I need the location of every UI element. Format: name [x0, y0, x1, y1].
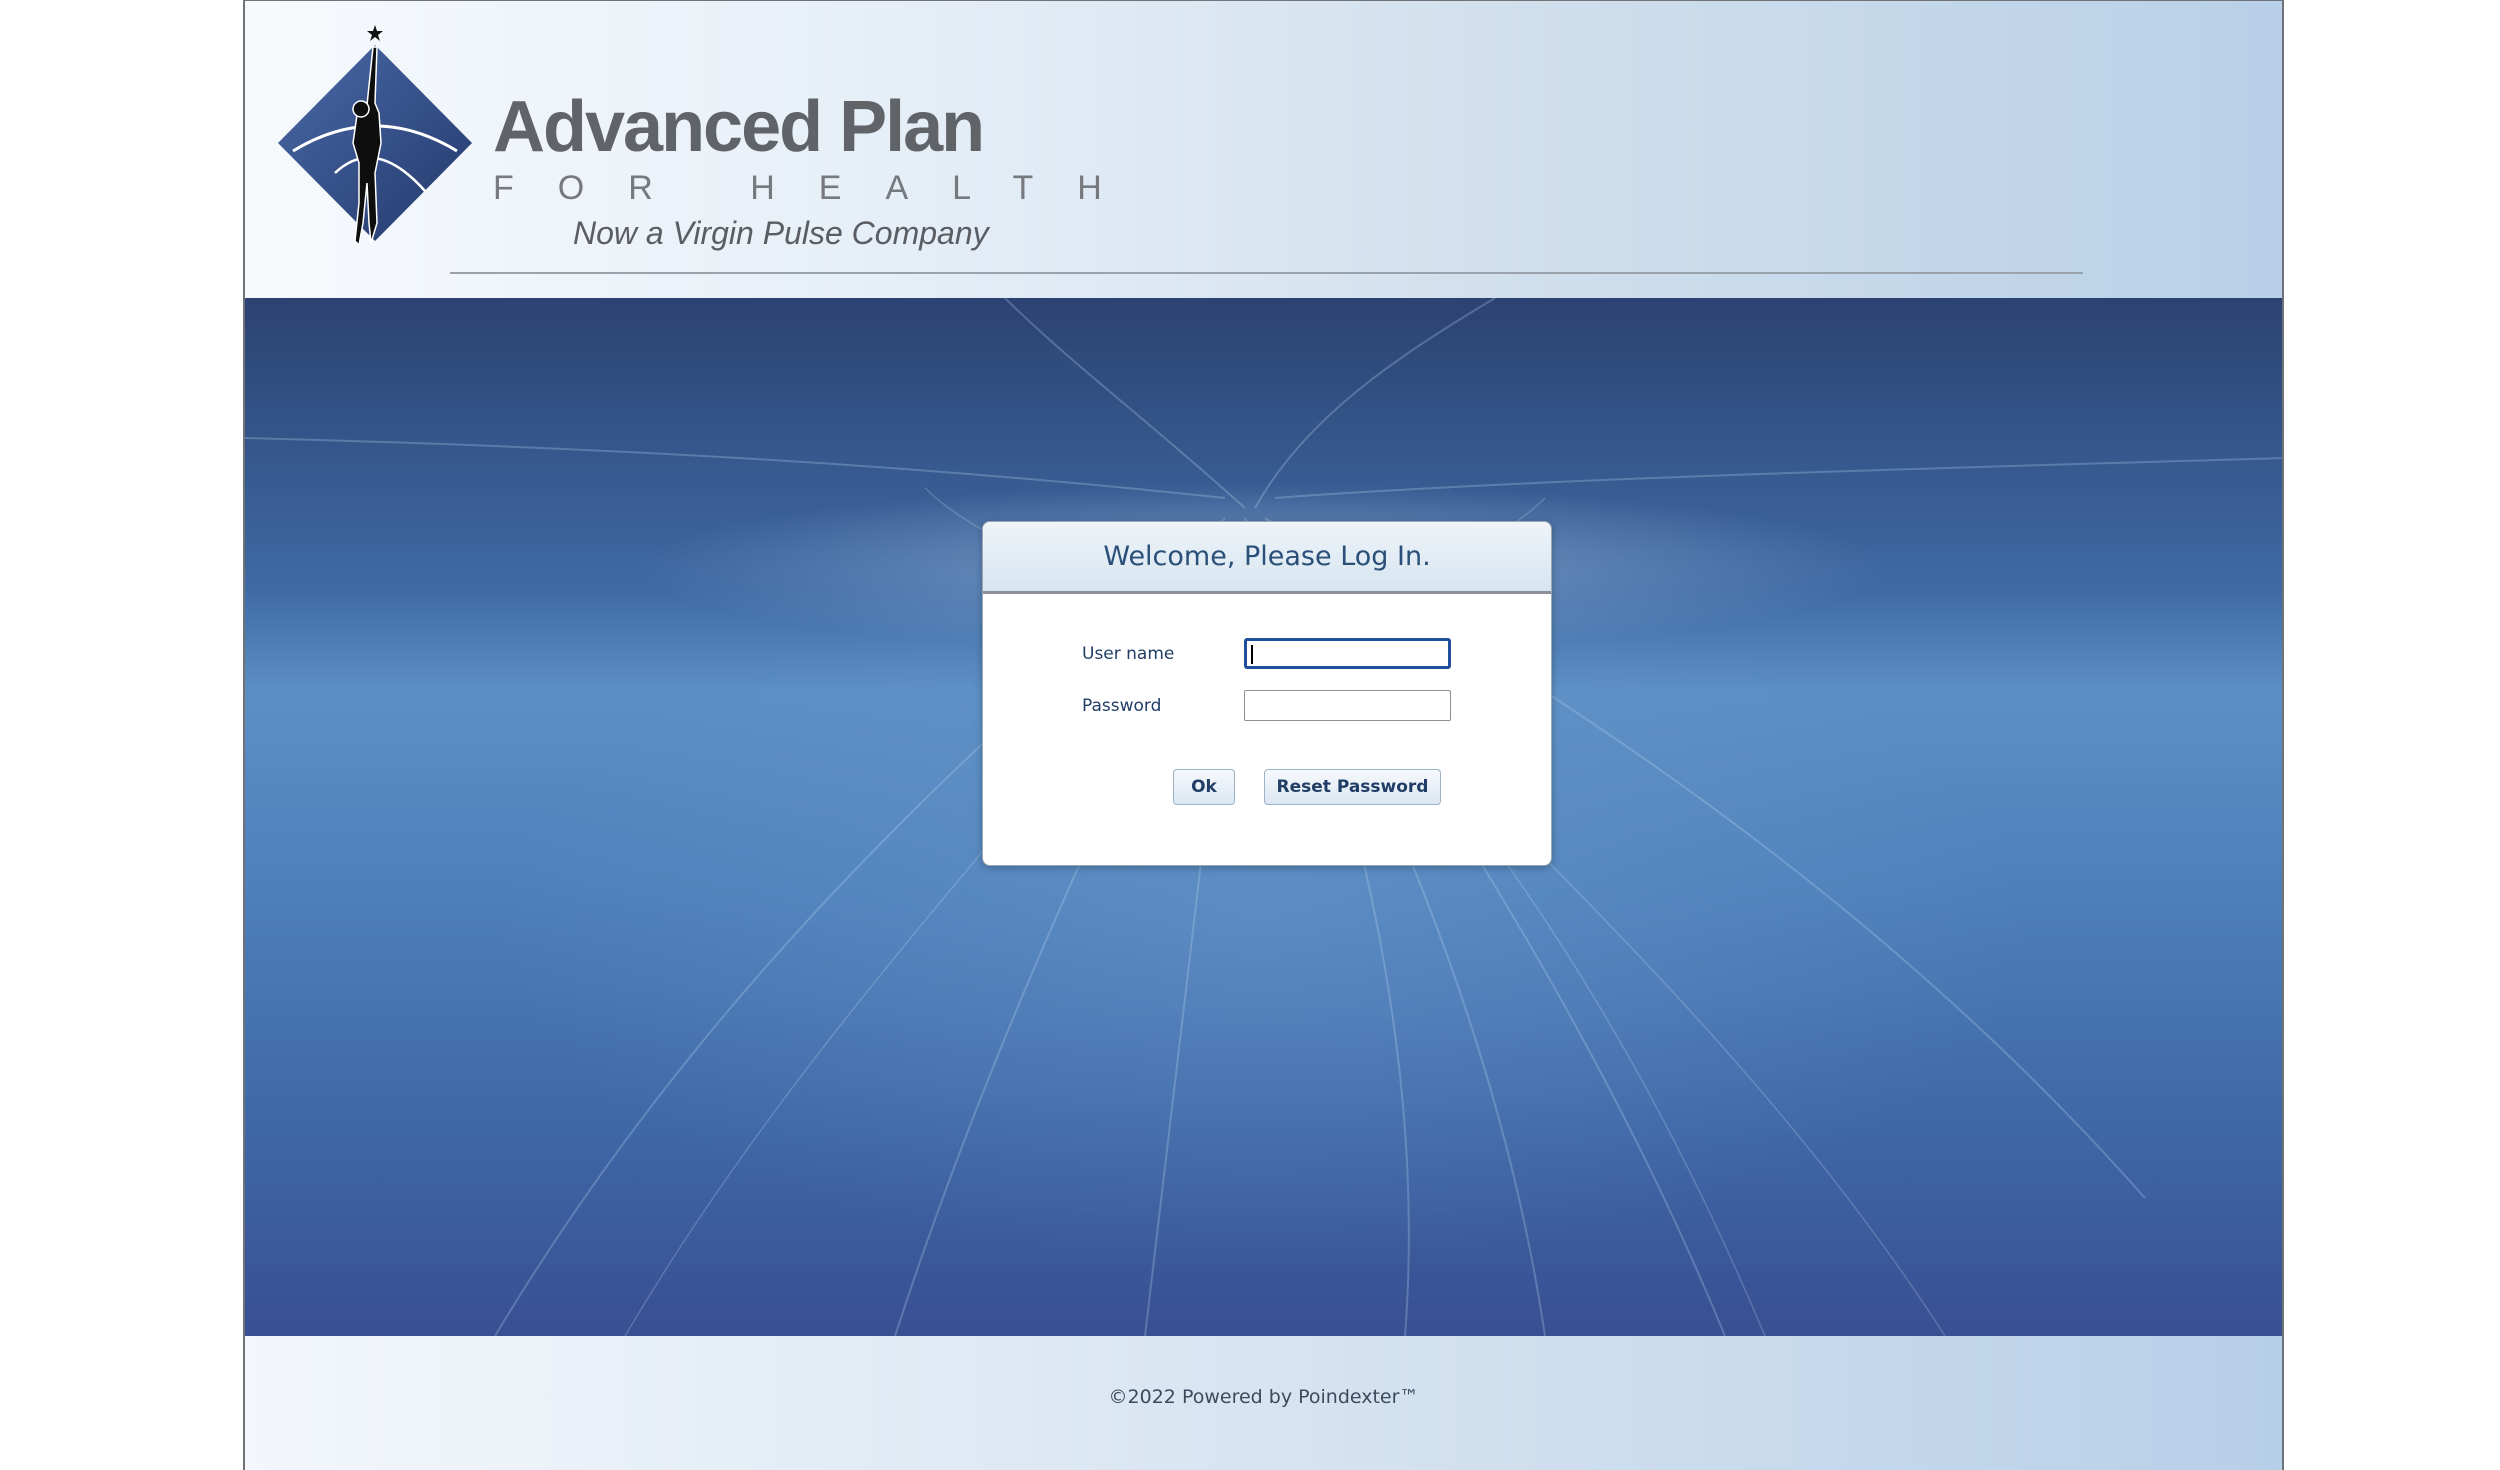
login-dialog: Welcome, Please Log In. User name Passwo…: [982, 521, 1552, 866]
password-label: Password: [1082, 696, 1162, 716]
header: Advanced Plan FOR HEALTH Now a Virgin Pu…: [245, 1, 2282, 298]
footer: ©2022 Powered by Poindexter™: [245, 1336, 2282, 1470]
username-input[interactable]: [1244, 638, 1451, 669]
password-input[interactable]: [1244, 690, 1451, 721]
brand-subtitle: FOR HEALTH: [493, 169, 1146, 207]
reset-password-button[interactable]: Reset Password: [1264, 769, 1441, 805]
text-caret: [1251, 645, 1253, 664]
username-row: User name: [983, 638, 1551, 672]
page-frame: Advanced Plan FOR HEALTH Now a Virgin Pu…: [243, 0, 2284, 1470]
ok-button[interactable]: Ok: [1173, 769, 1235, 805]
hero-background: Welcome, Please Log In. User name Passwo…: [245, 298, 2282, 1336]
header-divider: [450, 272, 2083, 274]
password-row: Password: [983, 690, 1551, 724]
username-label: User name: [1082, 644, 1175, 664]
brand-name: Advanced Plan: [493, 87, 985, 167]
footer-copyright: ©2022 Powered by Poindexter™: [1108, 1386, 1419, 1408]
logo-icon: [278, 25, 472, 247]
brand-tagline: Now a Virgin Pulse Company: [573, 215, 989, 251]
login-title: Welcome, Please Log In.: [983, 522, 1551, 594]
brand-text: Advanced Plan FOR HEALTH Now a Virgin Pu…: [493, 91, 1146, 252]
